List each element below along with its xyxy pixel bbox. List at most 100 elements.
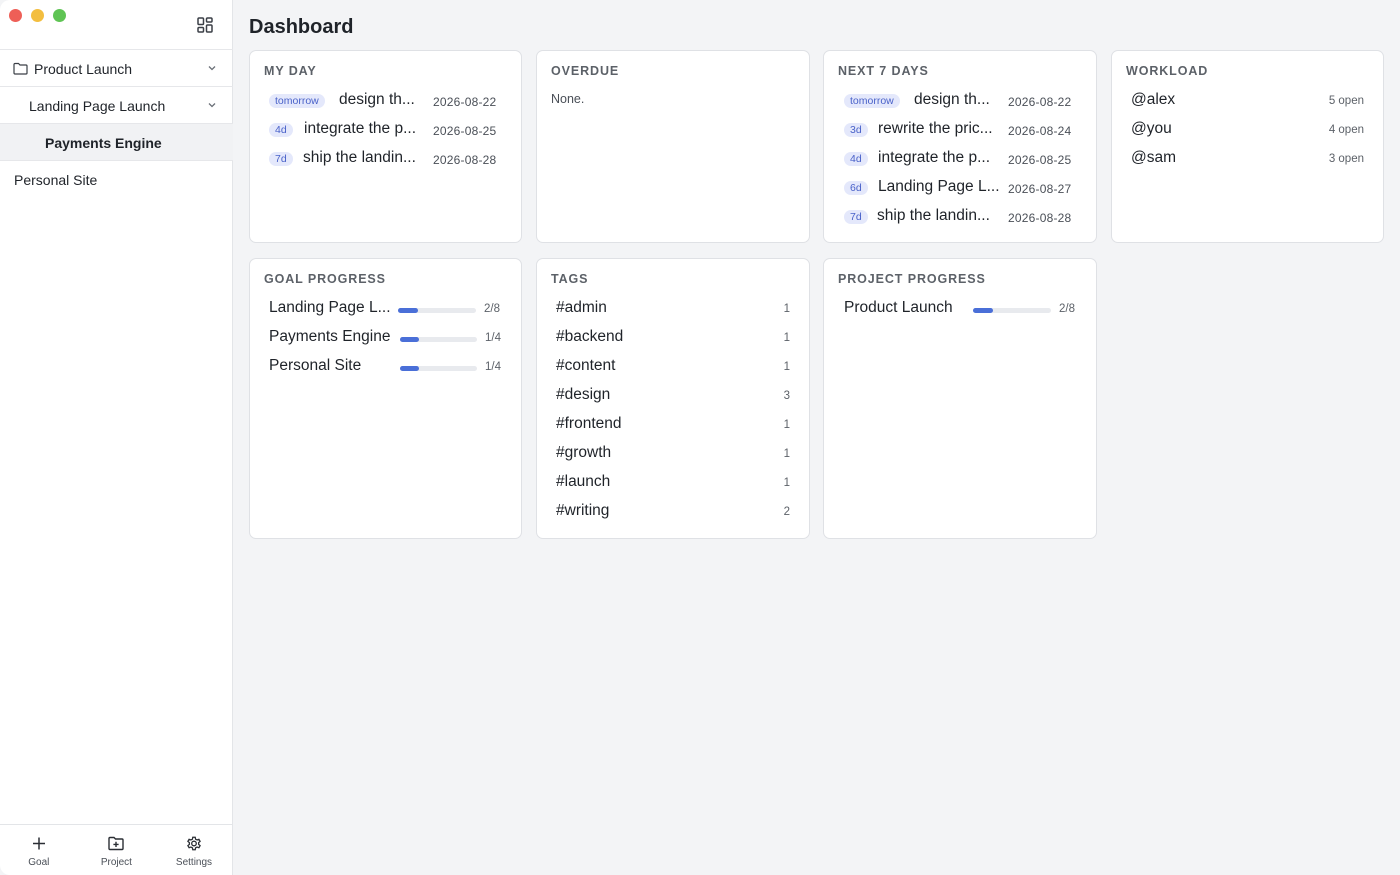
tag-row[interactable]: #design 3 xyxy=(537,382,809,411)
goal-name: Landing Page L... xyxy=(269,299,391,316)
settings-button[interactable]: Settings xyxy=(155,825,233,875)
due-badge: tomorrow xyxy=(844,94,900,108)
due-date: 2026-08-27 xyxy=(1008,182,1072,196)
goal-progress-card: GOAL PROGRESS Landing Page L... 2/8 Paym… xyxy=(249,258,522,539)
task-title: ship the landin... xyxy=(877,207,990,224)
progress-bar-fill xyxy=(398,308,418,313)
task-row[interactable]: 6d Landing Page L... 2026-08-27 xyxy=(824,174,1096,203)
task-row[interactable]: 7d ship the landin... 2026-08-28 xyxy=(250,145,521,174)
tag-count: 1 xyxy=(783,361,790,373)
workload-row[interactable]: @you 4 open xyxy=(1112,116,1383,145)
task-title: Landing Page L... xyxy=(878,178,1000,195)
progress-bar-fill xyxy=(400,366,420,371)
tag-name: #backend xyxy=(556,328,624,345)
tag-row[interactable]: #content 1 xyxy=(537,353,809,382)
due-date: 2026-08-24 xyxy=(1008,124,1072,138)
task-row[interactable]: tomorrow design th... 2026-08-22 xyxy=(824,87,1096,116)
task-row[interactable]: 4d integrate the p... 2026-08-25 xyxy=(824,145,1096,174)
zoom-window-button[interactable] xyxy=(53,9,66,22)
progress-fraction: 1/4 xyxy=(485,361,501,373)
project-progress-card: PROJECT PROGRESS Product Launch 2/8 xyxy=(823,258,1097,539)
tag-count: 1 xyxy=(783,332,790,344)
task-row[interactable]: 4d integrate the p... 2026-08-25 xyxy=(250,116,521,145)
tag-name: #content xyxy=(556,357,616,374)
task-title: integrate the p... xyxy=(878,149,991,166)
task-row[interactable]: 7d ship the landin... 2026-08-28 xyxy=(824,203,1096,232)
tag-name: #growth xyxy=(556,444,612,461)
tag-count: 3 xyxy=(783,390,790,402)
next-7-days-card: NEXT 7 DAYS tomorrow design th... 2026-0… xyxy=(823,50,1097,243)
tree-item-personal-site[interactable]: Personal Site xyxy=(0,161,233,198)
progress-bar-fill xyxy=(973,308,993,313)
tag-name: #writing xyxy=(556,502,610,519)
footer-label: Goal xyxy=(28,857,50,868)
chevron-down-icon[interactable] xyxy=(206,101,218,109)
due-date: 2026-08-22 xyxy=(433,95,497,109)
gear-icon xyxy=(187,836,201,851)
tree-item-product-launch[interactable]: Product Launch xyxy=(0,50,233,87)
goal-progress-row[interactable]: Payments Engine 1/4 xyxy=(250,324,521,353)
sidebar: Product Launch Landing Page Launch Payme… xyxy=(0,0,233,875)
tag-row[interactable]: #growth 1 xyxy=(537,440,809,469)
dashboard-grid-icon[interactable] xyxy=(196,16,214,34)
assignee-name: @you xyxy=(1131,120,1172,137)
overdue-card: OVERDUE None. xyxy=(536,50,810,243)
empty-state-text: None. xyxy=(551,92,585,106)
app-window: Product Launch Landing Page Launch Payme… xyxy=(0,0,1400,875)
folder-plus-icon xyxy=(108,836,125,851)
goal-progress-row[interactable]: Personal Site 1/4 xyxy=(250,353,521,382)
due-badge: 7d xyxy=(269,152,293,166)
chevron-down-icon[interactable] xyxy=(206,64,218,72)
sidebar-footer: Goal Project Settings xyxy=(0,824,233,875)
tree-item-label: Payments Engine xyxy=(45,135,162,151)
open-count: 4 open xyxy=(1328,124,1364,136)
due-date: 2026-08-22 xyxy=(1008,95,1072,109)
tree-item-landing-page-launch[interactable]: Landing Page Launch xyxy=(0,87,233,124)
add-goal-button[interactable]: Goal xyxy=(0,825,78,875)
progress-fraction: 2/8 xyxy=(484,303,500,315)
open-count: 3 open xyxy=(1328,153,1364,165)
progress-bar xyxy=(398,308,476,313)
workload-row[interactable]: @alex 5 open xyxy=(1112,87,1383,116)
due-badge: 7d xyxy=(844,210,868,224)
goal-name: Payments Engine xyxy=(269,328,391,345)
titlebar xyxy=(0,0,233,50)
goal-progress-row[interactable]: Landing Page L... 2/8 xyxy=(250,295,521,324)
workload-row[interactable]: @sam 3 open xyxy=(1112,145,1383,174)
task-title: ship the landin... xyxy=(303,149,416,166)
project-name: Product Launch xyxy=(844,299,953,316)
close-window-button[interactable] xyxy=(9,9,22,22)
due-badge: 6d xyxy=(844,181,868,195)
project-tree: Product Launch Landing Page Launch Payme… xyxy=(0,50,233,198)
due-badge: tomorrow xyxy=(269,94,325,108)
task-row[interactable]: 3d rewrite the pric... 2026-08-24 xyxy=(824,116,1096,145)
footer-label: Settings xyxy=(175,857,213,868)
tag-row[interactable]: #admin 1 xyxy=(537,295,809,324)
progress-bar xyxy=(400,337,477,342)
task-title: design th... xyxy=(339,91,415,108)
open-count: 5 open xyxy=(1328,95,1364,107)
task-row[interactable]: tomorrow design th... 2026-08-22 xyxy=(250,87,521,116)
card-title: OVERDUE xyxy=(551,64,620,78)
tag-row[interactable]: #backend 1 xyxy=(537,324,809,353)
add-project-button[interactable]: Project xyxy=(78,825,156,875)
tag-name: #admin xyxy=(556,299,607,316)
progress-bar-fill xyxy=(400,337,420,342)
card-title: MY DAY xyxy=(264,64,317,78)
tag-row[interactable]: #launch 1 xyxy=(537,469,809,498)
progress-bar xyxy=(973,308,1051,313)
tag-count: 1 xyxy=(783,448,790,460)
minimize-window-button[interactable] xyxy=(31,9,44,22)
tag-name: #launch xyxy=(556,473,611,490)
tag-count: 1 xyxy=(783,419,790,431)
tag-row[interactable]: #frontend 1 xyxy=(537,411,809,440)
folder-icon xyxy=(13,62,28,75)
tree-item-label: Landing Page Launch xyxy=(29,98,166,114)
tag-row[interactable]: #writing 2 xyxy=(537,498,809,527)
goal-name: Personal Site xyxy=(269,357,362,374)
project-progress-row[interactable]: Product Launch 2/8 xyxy=(824,295,1096,324)
tree-item-payments-engine[interactable]: Payments Engine xyxy=(0,124,233,161)
due-date: 2026-08-25 xyxy=(433,124,497,138)
progress-bar xyxy=(400,366,477,371)
assignee-name: @alex xyxy=(1131,91,1176,108)
